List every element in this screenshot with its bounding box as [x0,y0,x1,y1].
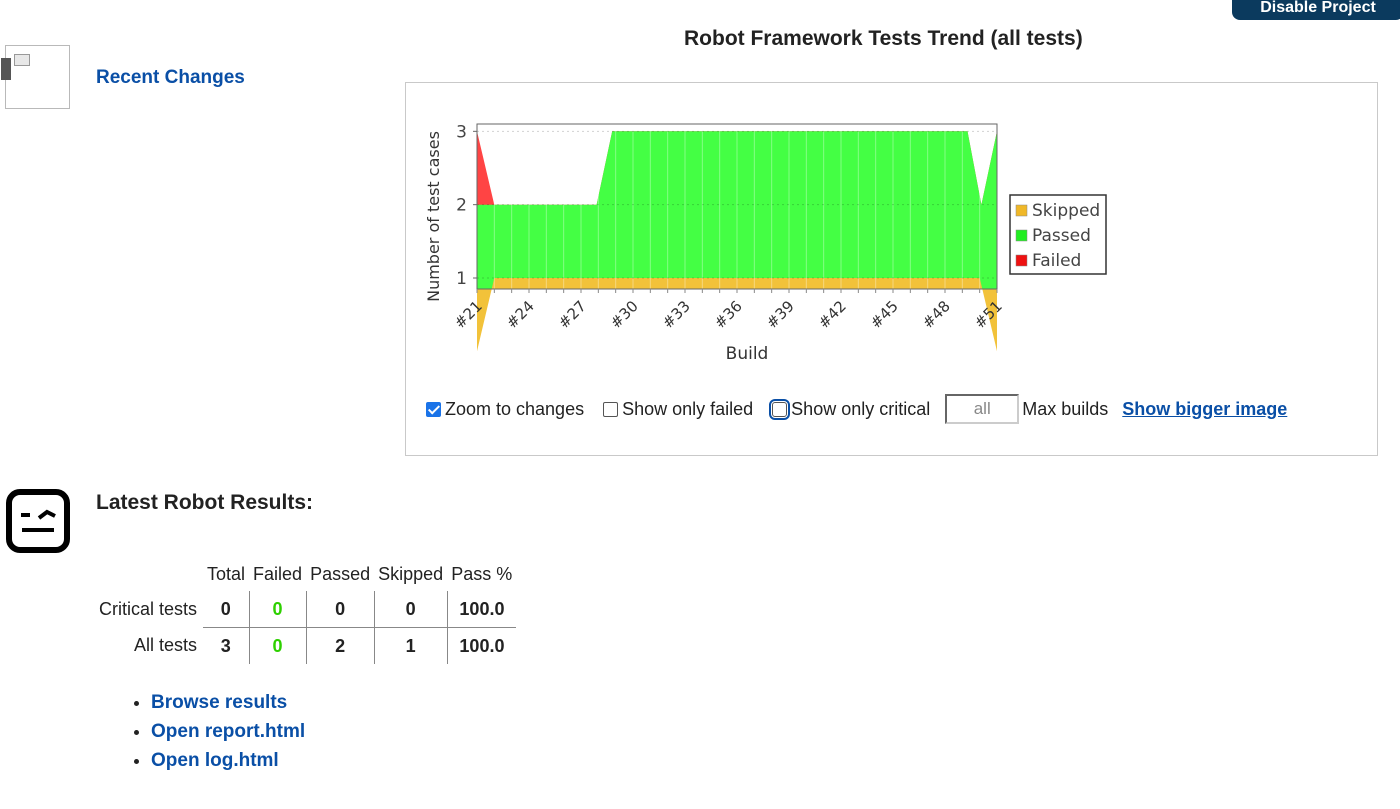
header-pass-pct: Pass % [451,563,513,584]
x-tick-label: #42 [815,297,850,332]
header-failed: Failed [253,563,303,584]
cell-failed: 0 [248,591,307,628]
max-builds-label: Max builds [1022,398,1109,419]
robot-face-icon [21,509,56,532]
header-blank [95,561,203,591]
open-log-link[interactable]: Open log.html [151,750,279,771]
x-tick-label: #27 [555,297,590,332]
trend-title: Robot Framework Tests Trend (all tests) [684,27,1083,50]
browse-results-link[interactable]: Browse results [151,692,287,713]
list-item: Open log.html [151,746,305,775]
zoom-label: Zoom to changes [445,398,585,419]
cell-passed: 0 [305,591,375,628]
zoom-checkbox[interactable] [426,401,441,417]
cell-pass-pct: 100.0 [446,627,517,664]
results-table: Total Failed Passed Skipped Pass % Criti… [95,561,517,664]
list-item: Browse results [151,688,305,717]
x-tick-label: #51 [971,297,1006,332]
legend-label-failed: Failed [1032,251,1081,271]
disable-project-button[interactable]: Disable Project [1232,0,1400,20]
legend-label-passed: Passed [1032,226,1091,246]
cell-skipped: 0 [373,591,448,628]
only-critical-checkbox[interactable] [769,398,791,420]
cell-total: 0 [203,591,250,628]
x-tick-label: #45 [867,297,902,332]
max-builds-input[interactable] [945,394,1020,424]
trend-chart[interactable]: 123#21 #24 #27 #30 #33 #36 #39 #42 #45 #48 #51Buil… [406,83,1377,383]
show-bigger-image-link[interactable]: Show bigger image [1122,399,1287,420]
row-label: Critical tests [99,598,198,619]
broken-image-icon [14,54,30,66]
y-tick-label: 2 [456,196,467,216]
x-tick-label: #39 [763,297,798,332]
x-axis-label: Build [726,344,769,364]
cell-pass-pct: 100.0 [446,591,517,628]
image-tab [1,58,11,80]
x-tick-label: #33 [659,297,694,332]
legend-label-skipped: Skipped [1032,201,1100,221]
table-row: All tests 3 0 2 1 100.0 [95,627,517,664]
y-tick-label: 3 [456,122,467,142]
recent-changes-link[interactable]: Recent Changes [96,67,245,89]
results-header-row: Total Failed Passed Skipped Pass % [95,561,516,591]
broken-image [1,45,70,109]
trend-panel: 1 2 3 #21 #24 #27 #30 #33 #36 #39 #42 #45 #48 #51 Buil… [405,82,1378,456]
max-builds-control: Max builds [945,394,1108,424]
y-axis-label: Number of test cases [424,131,443,302]
legend-swatch-failed [1015,254,1028,267]
only-failed-checkbox[interactable] [603,401,619,417]
zoom-toggle[interactable]: Zoom to changes [426,399,584,420]
header-skipped: Skipped [378,563,444,584]
only-failed-toggle[interactable]: Show only failed [603,399,753,420]
y-tick-label: 1 [456,269,467,289]
list-item: Open report.html [151,717,305,746]
header-total: Total [207,563,246,584]
cell-passed: 2 [305,627,375,664]
x-tick-label: #24 [503,297,538,332]
latest-results-title: Latest Robot Results: [96,491,314,514]
header-passed: Passed [310,563,371,584]
robot-framework-icon [6,489,70,553]
x-tick-label: #48 [919,297,954,332]
x-tick-label: #36 [711,297,746,332]
cell-total: 3 [220,635,231,656]
row-label: All tests [133,635,198,656]
result-links: Browse results Open report.html Open log… [116,688,305,775]
only-failed-label: Show only failed [622,398,754,419]
cell-failed: 0 [248,627,307,664]
open-report-link[interactable]: Open report.html [151,721,305,742]
table-row: Critical tests 0 0 0 0 100.0 [95,591,517,628]
legend-swatch-passed [1015,229,1028,242]
only-critical-label: Show only critical [791,398,931,419]
trend-controls: Zoom to changes Show only failed Show on… [426,394,1287,424]
only-critical-toggle[interactable]: Show only critical [769,398,931,420]
cell-skipped: 1 [373,627,448,664]
legend-swatch-skipped [1015,204,1028,217]
x-tick-label: #30 [607,297,642,332]
